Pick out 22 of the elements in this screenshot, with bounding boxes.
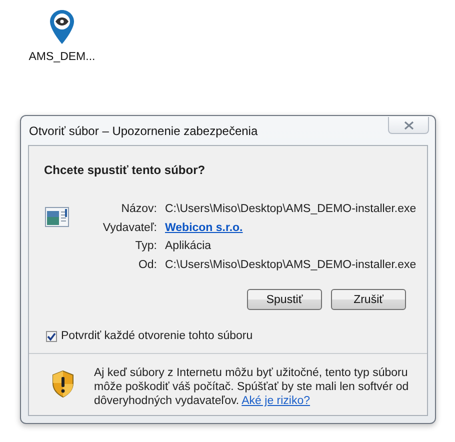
application-icon bbox=[45, 207, 69, 227]
publisher-link[interactable]: Webicon s.r.o. bbox=[165, 222, 416, 235]
field-value: Aplikácia bbox=[165, 240, 212, 254]
close-icon bbox=[404, 120, 414, 130]
risk-link[interactable]: Aké je riziko? bbox=[242, 395, 310, 407]
field-value: C:\Users\Miso\Desktop\AMS_DEMO-installer.exe bbox=[165, 258, 416, 272]
dialog-button[interactable]: Spustiť bbox=[247, 289, 322, 310]
field-value: C:\Users\Miso\Desktop\AMS_DEMO-installer.exe bbox=[165, 203, 416, 216]
window-title: Otvoriť súbor – Upozornenie zabezpečenia bbox=[29, 124, 258, 138]
warning-text: Aj keď súbory z Internetu môžu byť užitočné, tento typ súboru môže poškodiť váš počítač. Spúšťať by ste mali len softvér od dôveryhodných vydavateľov. Aké je riziko? bbox=[94, 366, 410, 408]
checkbox-label[interactable]: Potvrdiť každé otvorenie tohto súboru bbox=[61, 330, 253, 342]
icon-label[interactable]: AMS_DEM... bbox=[28, 51, 96, 63]
field-label: Názov: bbox=[120, 203, 157, 216]
field-label: Vydavateľ: bbox=[102, 222, 157, 235]
dialog-button[interactable]: Zrušiť bbox=[331, 289, 406, 310]
field-label: Typ: bbox=[134, 240, 157, 254]
checkbox[interactable] bbox=[46, 330, 57, 342]
location-pin-icon[interactable] bbox=[49, 9, 75, 45]
dialog-heading: Chcete spustiť tento súbor? bbox=[43, 162, 206, 179]
warning-shield-icon bbox=[51, 370, 75, 398]
close-button[interactable] bbox=[388, 117, 429, 134]
field-label: Od: bbox=[137, 258, 157, 272]
